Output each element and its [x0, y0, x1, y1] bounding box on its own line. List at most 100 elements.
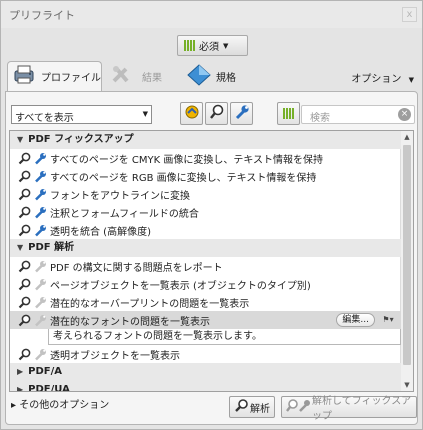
wrench-icon — [32, 205, 48, 219]
item-label: ページオブジェクトを一覧表示 (オブジェクトのタイプ別) — [50, 280, 311, 292]
analyze-button[interactable]: 解析 — [229, 396, 275, 418]
magnifier-icon — [16, 259, 32, 273]
magnifier-icon — [16, 277, 32, 291]
flag-menu-icon[interactable]: ⚑▾ — [378, 313, 398, 327]
scroll-up-icon[interactable]: ▲ — [401, 131, 413, 143]
scroll-down-icon[interactable]: ▼ — [401, 379, 413, 391]
group-label: PDF/UA — [28, 384, 70, 392]
library-button[interactable] — [277, 102, 300, 125]
group-label: PDF/A — [28, 366, 63, 377]
profile-list-item[interactable]: すべてのページを CMYK 画像に変換し、テキスト情報を保持 — [10, 149, 401, 167]
window-title: プリフライト — [9, 9, 75, 22]
vertical-scrollbar[interactable]: ▲ ▼ — [400, 131, 413, 391]
item-description: 考えられるフォントの問題を一覧表示します。 — [48, 329, 401, 345]
group-header[interactable]: ▼ PDF フィックスアップ — [10, 131, 401, 149]
more-options-label: その他のオプション — [19, 400, 110, 411]
profile-list-item[interactable]: 透明オブジェクトを一覧表示 — [10, 345, 401, 363]
profile-list-item[interactable]: 透明を統合 (高解像度) — [10, 221, 401, 239]
search-placeholder: 検索 — [310, 113, 330, 124]
item-label: すべてのページを CMYK 画像に変換し、テキスト情報を保持 — [50, 154, 324, 166]
wrench-icon — [32, 259, 48, 273]
chevron-down-icon: ▼ — [223, 41, 229, 50]
wrench-icon — [32, 151, 48, 165]
analyze-fix-button-label: 解析してフィックスアップ — [312, 396, 412, 422]
profile-list-item[interactable]: 潜在的なオーバープリントの問題を一覧表示 — [10, 293, 401, 311]
tab-standards-label: 規格 — [216, 72, 236, 84]
item-label: PDF の構文に関する問題点をレポート — [50, 262, 223, 274]
close-button[interactable]: x — [402, 7, 417, 22]
options-menu-label: オプション — [351, 74, 402, 85]
check-button[interactable] — [205, 102, 228, 125]
item-label: 透明を統合 (高解像度) — [50, 226, 151, 238]
magnifier-icon — [16, 295, 32, 309]
group-header[interactable]: ▶ PDF/UA — [10, 381, 401, 392]
profiles-list: ▲ ▼ ▼ PDF フィックスアップすべてのページを CMYK 画像に変換し、テキ… — [9, 130, 414, 392]
magnifier-icon — [16, 347, 32, 361]
wrench-icon — [32, 169, 48, 183]
magnifier-icon — [16, 151, 32, 165]
magnifier-icon — [16, 169, 32, 183]
profile-category-label: 必須 — [199, 42, 219, 53]
title-bar: プリフライト x — [1, 1, 422, 28]
scroll-thumb[interactable] — [403, 145, 411, 365]
expand-triangle-icon[interactable]: ▶ — [17, 385, 23, 391]
magnifier-icon — [16, 205, 32, 219]
analyze-fix-icon — [286, 398, 312, 416]
profile-list-item[interactable]: 注釈とフォームフィールドの統合 — [10, 203, 401, 221]
profile-icon — [184, 104, 200, 123]
profile-list-item[interactable]: すべてのページを RGB 画像に変換し、テキスト情報を保持 — [10, 167, 401, 185]
profile-category-dropdown[interactable]: 必須 ▼ — [177, 35, 248, 56]
profile-list-item[interactable]: フォントをアウトラインに変換 — [10, 185, 401, 203]
library-icon — [184, 40, 195, 51]
magnifier-icon — [16, 223, 32, 237]
expand-triangle-icon: ▸ — [11, 400, 17, 411]
profile-list-item[interactable]: ページオブジェクトを一覧表示 (オブジェクトのタイプ別) — [10, 275, 401, 293]
filter-dropdown[interactable]: すべてを表示 ▼ — [11, 105, 152, 124]
tab-profiles-label: プロファイル — [41, 73, 101, 84]
tab-bar: プロファイル 結果 規格 オプション ▼ — [7, 61, 418, 91]
item-label: 注釈とフォームフィールドの統合 — [50, 208, 199, 220]
select-profile-button[interactable] — [180, 102, 203, 125]
magnifier-icon — [16, 187, 32, 201]
wrench-icon — [32, 313, 48, 327]
edit-button[interactable]: 編集... — [336, 313, 375, 327]
group-label: PDF 解析 — [28, 242, 75, 253]
group-header[interactable]: ▼ PDF 解析 — [10, 239, 401, 257]
group-header[interactable]: ▶ PDF/A — [10, 363, 401, 381]
item-label: 潜在的なフォントの問題を一覧表示 — [50, 316, 210, 328]
item-label: フォントをアウトラインに変換 — [50, 190, 190, 202]
tab-profiles[interactable]: プロファイル — [7, 61, 102, 91]
standards-icon — [187, 63, 211, 89]
wrench-icon — [32, 277, 48, 291]
collapse-triangle-icon[interactable]: ▼ — [17, 135, 23, 144]
more-options-toggle[interactable]: ▸ その他のオプション — [11, 396, 109, 411]
wrench-icon — [32, 187, 48, 201]
chevron-down-icon: ▼ — [142, 110, 148, 118]
item-label: 潜在的なオーバープリントの問題を一覧表示 — [50, 298, 250, 310]
profile-list-item[interactable]: PDF の構文に関する問題点をレポート — [10, 257, 401, 275]
wrench-icon — [32, 347, 48, 361]
options-menu[interactable]: オプション ▼ — [351, 70, 414, 85]
profiles-icon — [14, 65, 36, 88]
expand-triangle-icon[interactable]: ▶ — [17, 367, 23, 376]
wrench-icon — [32, 223, 48, 237]
fixup-button[interactable] — [230, 102, 253, 125]
search-input[interactable]: 検索 × — [301, 105, 415, 124]
tab-results-label: 結果 — [142, 72, 162, 84]
tab-results[interactable]: 結果 — [111, 61, 162, 91]
item-label: すべてのページを RGB 画像に変換し、テキスト情報を保持 — [50, 172, 317, 184]
clear-icon[interactable]: × — [398, 108, 411, 121]
analyze-button-label: 解析 — [250, 403, 270, 415]
profile-list-item[interactable]: 潜在的なフォントの問題を一覧表示 編集... ⚑▾ — [10, 311, 401, 329]
preflight-window: プリフライト x 必須 ▼ プロファイル 結果 規格 オプション ▼ すべてを表… — [0, 0, 423, 430]
filter-value: すべてを表示 — [15, 113, 74, 124]
collapse-triangle-icon[interactable]: ▼ — [17, 243, 23, 252]
library-icon — [283, 108, 294, 119]
tab-standards[interactable]: 規格 — [187, 61, 236, 91]
results-icon — [111, 65, 137, 88]
group-label: PDF フィックスアップ — [28, 134, 134, 145]
chevron-down-icon: ▼ — [408, 76, 414, 84]
analyze-and-fix-button[interactable]: 解析してフィックスアップ — [281, 396, 417, 422]
profiles-toolbar: すべてを表示 ▼ 検索 × — [9, 102, 415, 126]
magnifier-icon — [234, 398, 250, 416]
